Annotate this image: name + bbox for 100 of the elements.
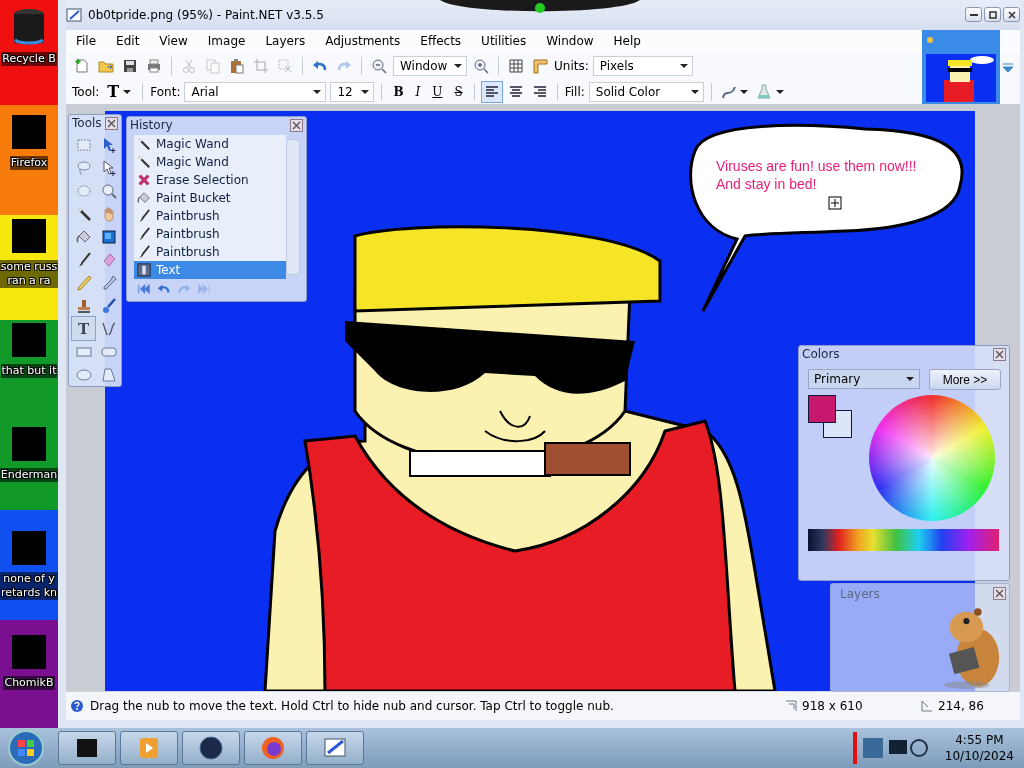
close-button[interactable] (105, 116, 118, 130)
caret-icon (361, 89, 370, 94)
help-icon (70, 699, 84, 714)
first-button[interactable] (137, 282, 151, 296)
text-style-button[interactable]: U (428, 84, 447, 99)
panel-title: Colors (802, 347, 840, 361)
menu-item[interactable]: Image (197, 33, 256, 48)
color-palette[interactable] (808, 529, 999, 551)
minimize-icon (969, 13, 978, 16)
history-item[interactable]: Erase Selection (134, 171, 286, 189)
fox-globe-icon (260, 735, 286, 761)
history-item[interactable]: Magic Wand (134, 135, 286, 153)
ellipse-icon (75, 366, 92, 383)
close-button[interactable] (993, 586, 1006, 600)
history-item[interactable]: Paint Bucket (134, 189, 286, 207)
text-style-button[interactable]: B (389, 84, 408, 99)
taskbar-app-button[interactable] (182, 731, 240, 765)
maximize-icon (988, 10, 997, 19)
close-icon (1007, 10, 1016, 19)
desktop-icon-label[interactable]: Firefox (9, 156, 49, 170)
cursor-outline-icon (100, 159, 117, 176)
desktop-icon-label[interactable]: some russ ran a ra (0, 260, 59, 288)
desktop-icon-label[interactable]: none of y retards kn (0, 572, 58, 600)
close-icon (292, 120, 301, 130)
zoom-out-icon (371, 57, 387, 74)
close-button[interactable] (290, 118, 303, 132)
primary-color-swatch[interactable] (808, 395, 836, 423)
menu-item[interactable]: File (66, 33, 107, 48)
image-thumbnail[interactable] (922, 30, 1000, 104)
undo-button[interactable] (157, 282, 171, 296)
square-icon (12, 320, 46, 360)
text-style-button[interactable]: I (411, 84, 425, 99)
close-button[interactable] (1003, 7, 1020, 23)
cursor-position: 214, 86 (938, 699, 984, 714)
dashed-rectangle-icon (75, 136, 92, 153)
cursor-position-icon (920, 699, 934, 714)
menu-item[interactable]: Help (603, 33, 651, 48)
scrollbar[interactable] (286, 139, 300, 275)
crop-icon (253, 57, 269, 74)
speech-bubble-text: Viruses are fun! use them now!!! And stay in bed! (716, 157, 917, 194)
menu-item[interactable]: Adjustments (315, 33, 411, 48)
text-style-button[interactable]: S (450, 84, 467, 99)
font-dropdown[interactable]: Arial (184, 81, 327, 102)
paint-bucket-icon (75, 228, 92, 245)
menu-item[interactable]: Utilities (471, 33, 537, 48)
redo-arrow-icon (177, 282, 191, 296)
size-dropdown[interactable]: 12 (330, 81, 375, 102)
desktop-icon-label[interactable]: that but it (0, 364, 58, 378)
expand-arrow-icon[interactable] (1002, 62, 1014, 74)
paint-bucket-icon (137, 191, 151, 205)
desktop-icon-label[interactable]: ChomikB (3, 676, 55, 690)
scissors-icon (181, 57, 197, 74)
start-button[interactable] (6, 728, 46, 768)
square-icon (12, 216, 46, 256)
more-button[interactable]: More >> (929, 369, 1001, 390)
caret-icon (690, 89, 699, 94)
caret-icon (123, 89, 132, 94)
status-hint: Drag the nub to move the text. Hold Ctrl to hide nub and cursor. Tap Ctrl to toggle nub. (90, 699, 614, 714)
paint-app-icon (66, 6, 82, 23)
align-left-icon (483, 83, 500, 100)
curve-icon (100, 320, 117, 337)
taskbar-app-button[interactable] (58, 731, 116, 765)
close-icon (107, 118, 116, 128)
menu-item[interactable]: Edit (106, 33, 150, 48)
units-dropdown[interactable]: Pixels (592, 55, 693, 76)
history-item[interactable]: Text (134, 261, 286, 279)
wand-icon (137, 155, 151, 169)
caret-icon (906, 377, 914, 381)
minimize-button[interactable] (965, 7, 982, 23)
maximize-button[interactable] (984, 7, 1001, 23)
zoom-dropdown[interactable]: Window (393, 55, 467, 76)
align-left-button[interactable] (481, 81, 502, 102)
color-mode-dropdown[interactable]: Primary (808, 369, 920, 389)
desktop-icon-label[interactable]: Enderman (0, 468, 59, 482)
square-icon (12, 632, 46, 672)
globe-icon (198, 735, 224, 761)
history-item[interactable]: Paintbrush (134, 243, 286, 261)
menu-item[interactable]: Window (536, 33, 604, 48)
menu-item[interactable]: View (149, 33, 198, 48)
history-item[interactable]: Paintbrush (134, 207, 286, 225)
close-icon (995, 349, 1004, 359)
image-size-icon (784, 699, 798, 714)
panel-title: Layers (839, 586, 880, 601)
new-page-icon (74, 57, 90, 74)
tool-picker-button[interactable]: T (103, 82, 136, 102)
menu-item[interactable]: Effects (410, 33, 472, 48)
tool-button[interactable]: T (72, 317, 95, 340)
blend-button[interactable] (754, 81, 787, 102)
align-right-icon (531, 83, 548, 100)
deselect-icon (277, 57, 293, 74)
desktop-icon-label[interactable]: Recycle B (1, 52, 57, 66)
menu-item[interactable]: Layers (255, 33, 316, 48)
undo-arrow-icon (157, 282, 171, 296)
caret-icon (679, 63, 688, 68)
fill-dropdown[interactable]: Solid Color (588, 81, 704, 102)
toolbar-label: Tool: (72, 84, 100, 99)
history-item[interactable]: Paintbrush (134, 225, 286, 243)
history-item[interactable]: Magic Wand (134, 153, 286, 171)
close-button[interactable] (993, 347, 1006, 361)
square-icon (12, 528, 46, 568)
